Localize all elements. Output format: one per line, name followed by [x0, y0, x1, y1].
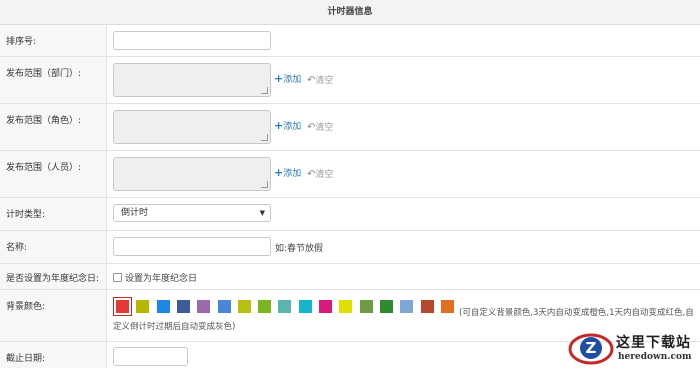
- color-note-line2: 定义倒计时过期后自动变成灰色): [113, 322, 236, 332]
- row-name: 名称: 如:春节放假: [0, 231, 700, 264]
- color-swatch[interactable]: [278, 300, 292, 313]
- person-add-link[interactable]: +添加: [274, 166, 301, 179]
- person-textarea[interactable]: [113, 157, 271, 191]
- plus-icon: +: [274, 119, 284, 132]
- role-textarea[interactable]: [113, 110, 271, 144]
- color-swatch[interactable]: [136, 300, 150, 313]
- row-person: 发布范围（人员）: +添加 ↶清空: [0, 151, 700, 198]
- row-anniversary: 是否设置为年度纪念日: 设置为年度纪念日: [0, 264, 700, 290]
- anniversary-label: 是否设置为年度纪念日:: [6, 274, 100, 284]
- bg-color-label: 背景颜色:: [6, 302, 46, 312]
- plus-icon: +: [274, 72, 284, 85]
- dept-label: 发布范围（部门）:: [6, 69, 82, 79]
- color-swatch[interactable]: [339, 300, 353, 313]
- row-dept: 发布范围（部门）: +添加 ↶清空: [0, 57, 700, 104]
- plus-icon: +: [274, 166, 284, 179]
- color-swatch[interactable]: [217, 300, 231, 313]
- order-input[interactable]: [113, 31, 271, 50]
- color-note-line1: (可自定义背景颜色,3天内自动变成橙色,1天内自动变成红色,自: [459, 308, 694, 318]
- svg-text:Z: Z: [586, 339, 597, 357]
- color-swatch[interactable]: [400, 300, 414, 313]
- person-label: 发布范围（人员）:: [6, 163, 82, 173]
- deadline-label: 截止日期:: [6, 354, 46, 364]
- color-swatch[interactable]: [237, 300, 251, 313]
- color-swatch[interactable]: [197, 300, 211, 313]
- color-swatch[interactable]: [359, 300, 373, 313]
- color-swatch[interactable]: [440, 300, 454, 313]
- deadline-input[interactable]: [113, 347, 188, 366]
- color-swatch[interactable]: [298, 300, 312, 313]
- watermark-url: heredown.com: [618, 352, 692, 362]
- row-timer-type: 计时类型: 倒计时 ▼: [0, 198, 700, 231]
- dept-clear-link[interactable]: ↶清空: [307, 73, 333, 86]
- timer-type-select[interactable]: 倒计时 ▼: [113, 204, 271, 222]
- name-input[interactable]: [113, 237, 271, 256]
- color-swatch[interactable]: [319, 300, 332, 313]
- row-role: 发布范围（角色）: +添加 ↶清空: [0, 104, 700, 151]
- color-swatch[interactable]: [176, 300, 190, 313]
- dept-textarea[interactable]: [113, 63, 271, 97]
- color-swatch[interactable]: [113, 297, 132, 316]
- watermark-title: 这里下载站: [616, 335, 691, 351]
- color-swatch[interactable]: [156, 300, 170, 313]
- color-swatch[interactable]: [420, 300, 434, 313]
- timer-type-label: 计时类型:: [6, 210, 46, 220]
- dept-add-link[interactable]: +添加: [274, 72, 301, 85]
- color-swatch[interactable]: [258, 300, 272, 313]
- watermark-z-icon: Z: [568, 333, 614, 365]
- name-label: 名称:: [6, 243, 28, 253]
- anniversary-checkbox-label: 设置为年度纪念日: [125, 274, 198, 284]
- section-header: 计时器信息: [0, 0, 700, 25]
- anniversary-checkbox[interactable]: [113, 273, 122, 282]
- dropdown-arrow-icon: ▼: [259, 209, 265, 217]
- color-swatch[interactable]: [379, 300, 393, 313]
- name-hint: 如:春节放假: [275, 244, 324, 254]
- order-label: 排序号:: [6, 37, 37, 47]
- person-clear-link[interactable]: ↶清空: [307, 167, 333, 180]
- role-clear-link[interactable]: ↶清空: [307, 120, 333, 133]
- row-order: 排序号:: [0, 25, 700, 57]
- role-label: 发布范围（角色）:: [6, 116, 82, 126]
- role-add-link[interactable]: +添加: [274, 119, 301, 132]
- watermark-logo: Z 这里下载站 heredown.com: [568, 328, 700, 368]
